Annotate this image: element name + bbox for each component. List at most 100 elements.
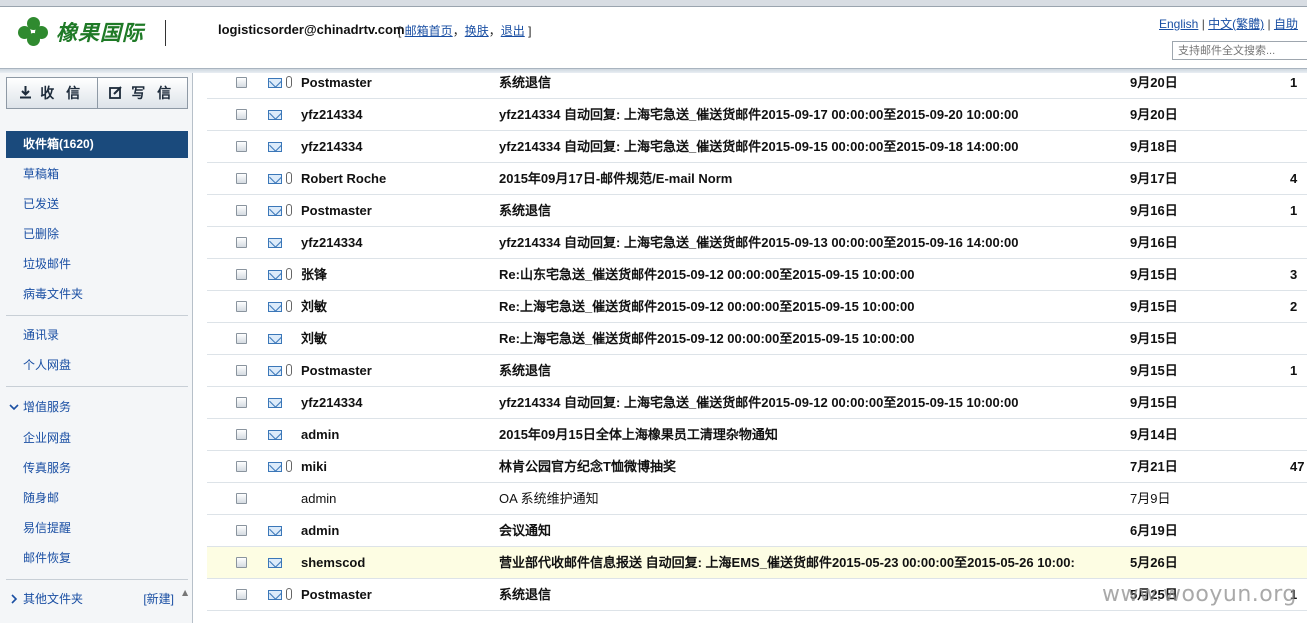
mail-size: 1 <box>1290 363 1298 378</box>
mobile-mail-link[interactable]: 随身邮 <box>6 485 188 512</box>
mail-checkbox[interactable] <box>236 461 247 472</box>
search-input[interactable] <box>1172 41 1307 60</box>
mail-subject[interactable]: Re:上海宅急送_催送货邮件2015-09-12 00:00:00至2015-0… <box>499 291 1127 323</box>
mail-row[interactable]: admin OA 系统维护通知 7月9日 <box>207 483 1307 515</box>
folder-spam[interactable]: 垃圾邮件 <box>6 251 188 278</box>
mail-checkbox[interactable] <box>236 589 247 600</box>
mail-subject[interactable]: 2015年09月17日-邮件规范/E-mail Norm <box>499 163 1127 195</box>
mail-subject[interactable]: 系统退信 <box>499 195 1127 227</box>
header: 橡果国际 logisticsorder@chinadrtv.com [ 邮箱首页… <box>0 8 1307 68</box>
lang-traditional-chinese-link[interactable]: 中文(繁體) <box>1208 17 1264 31</box>
mail-date: 7月9日 <box>1130 491 1171 506</box>
mail-size <box>1290 227 1307 259</box>
mail-checkbox[interactable] <box>236 173 247 184</box>
mail-subject[interactable]: 系统退信 <box>499 579 1127 611</box>
mail-row[interactable]: Robert Roche 2015年09月17日-邮件规范/E-mail Norm… <box>207 163 1307 195</box>
mail-row[interactable]: yfz214334 yfz214334 自动回复: 上海宅急送_催送货邮件2015… <box>207 387 1307 419</box>
folder-inbox[interactable]: 收件箱(1620) <box>6 131 188 158</box>
sidebar-divider <box>6 315 188 316</box>
envelope-icon <box>268 366 282 376</box>
value-added-services-toggle[interactable]: 增值服务 <box>6 394 188 421</box>
mail-checkbox[interactable] <box>236 493 247 504</box>
mailbox-home-link[interactable]: 邮箱首页 <box>405 24 453 38</box>
mail-checkbox[interactable] <box>236 141 247 152</box>
envelope-icon <box>268 462 282 472</box>
mail-size <box>1290 419 1307 451</box>
logo[interactable]: 橡果国际 <box>18 17 144 47</box>
lang-self-service-link[interactable]: 自助 <box>1274 17 1298 31</box>
mail-checkbox[interactable] <box>236 301 247 312</box>
receive-button[interactable]: 收 信 <box>7 78 97 108</box>
language-links: English | 中文(繁體) | 自助 <box>1159 17 1298 31</box>
mail-subject[interactable]: Re:山东宅急送_催送货邮件2015-09-12 00:00:00至2015-0… <box>499 259 1127 291</box>
chevron-down-icon <box>9 394 19 421</box>
mail-sender: yfz214334 <box>301 395 363 410</box>
mail-subject[interactable]: OA 系统维护通知 <box>499 483 1127 515</box>
lang-english-link[interactable]: English <box>1159 17 1198 31</box>
mail-subject[interactable]: 系统退信 <box>499 73 1127 99</box>
mail-subject[interactable]: yfz214334 自动回复: 上海宅急送_催送货邮件2015-09-12 00… <box>499 387 1127 419</box>
folder-virus[interactable]: 病毒文件夹 <box>6 281 188 308</box>
mail-row[interactable]: miki 林肯公园官方纪念T恤微博抽奖 7月21日 47 <box>207 451 1307 483</box>
logo-divider <box>165 20 166 46</box>
mail-subject[interactable]: 会议通知 <box>499 515 1127 547</box>
mail-checkbox[interactable] <box>236 525 247 536</box>
mail-row[interactable]: yfz214334 yfz214334 自动回复: 上海宅急送_催送货邮件2015… <box>207 227 1307 259</box>
compose-button[interactable]: 写 信 <box>96 78 188 108</box>
mail-sender: Postmaster <box>301 587 372 602</box>
mail-subject[interactable]: 林肯公园官方纪念T恤微博抽奖 <box>499 451 1127 483</box>
mail-checkbox[interactable] <box>236 429 247 440</box>
mail-subject[interactable]: 营业部代收邮件信息报送 自动回复: 上海EMS_催送货邮件2015-05-23 … <box>499 547 1127 579</box>
attachment-icon <box>286 364 292 376</box>
chevron-right-icon <box>9 586 19 613</box>
receive-label: 收 信 <box>40 85 85 101</box>
mail-row[interactable]: Postmaster 系统退信 9月16日 1 <box>207 195 1307 227</box>
envelope-icon <box>268 78 282 88</box>
new-folder-link[interactable]: [新建] <box>143 586 174 613</box>
folder-deleted[interactable]: 已删除 <box>6 221 188 248</box>
mail-size <box>1290 483 1307 515</box>
user-links: [ 邮箱首页，换肤，退出 ] <box>398 24 532 38</box>
mail-subject[interactable]: Re:上海宅急送_催送货邮件2015-09-12 00:00:00至2015-0… <box>499 323 1127 355</box>
mail-row[interactable]: yfz214334 yfz214334 自动回复: 上海宅急送_催送货邮件2015… <box>207 99 1307 131</box>
mail-row[interactable]: admin 会议通知 6月19日 <box>207 515 1307 547</box>
mail-row[interactable]: 张锋 Re:山东宅急送_催送货邮件2015-09-12 00:00:00至2015… <box>207 259 1307 291</box>
mail-sender: Postmaster <box>301 363 372 378</box>
mail-checkbox[interactable] <box>236 77 247 88</box>
mail-row[interactable]: Postmaster 系统退信 9月15日 1 <box>207 355 1307 387</box>
mail-row[interactable]: Postmaster 系统退信 9月20日 1 <box>207 73 1307 99</box>
mail-checkbox[interactable] <box>236 557 247 568</box>
enterprise-disk-link[interactable]: 企业网盘 <box>6 425 188 452</box>
mail-row[interactable]: admin 2015年09月15日全体上海橡果员工清理杂物通知 9月14日 <box>207 419 1307 451</box>
mail-recovery-link[interactable]: 邮件恢复 <box>6 545 188 572</box>
logout-link[interactable]: 退出 <box>501 24 525 38</box>
fax-service-link[interactable]: 传真服务 <box>6 455 188 482</box>
attachment-icon <box>286 268 292 280</box>
mail-checkbox[interactable] <box>236 205 247 216</box>
mail-checkbox[interactable] <box>236 333 247 344</box>
folder-sent[interactable]: 已发送 <box>6 191 188 218</box>
edit-icon <box>109 85 123 102</box>
mail-checkbox[interactable] <box>236 365 247 376</box>
other-folders-toggle[interactable]: 其他文件夹 [新建] <box>6 586 188 613</box>
mail-row[interactable]: yfz214334 yfz214334 自动回复: 上海宅急送_催送货邮件2015… <box>207 131 1307 163</box>
mail-subject[interactable]: yfz214334 自动回复: 上海宅急送_催送货邮件2015-09-17 00… <box>499 99 1127 131</box>
change-skin-link[interactable]: 换肤 <box>465 24 489 38</box>
mail-row[interactable]: shemscod 营业部代收邮件信息报送 自动回复: 上海EMS_催送货邮件201… <box>207 547 1307 579</box>
mail-row[interactable]: 刘敏 Re:上海宅急送_催送货邮件2015-09-12 00:00:00至2015… <box>207 323 1307 355</box>
mail-subject[interactable]: yfz214334 自动回复: 上海宅急送_催送货邮件2015-09-13 00… <box>499 227 1127 259</box>
mail-checkbox[interactable] <box>236 109 247 120</box>
folder-drafts[interactable]: 草稿箱 <box>6 161 188 188</box>
scroll-up-arrow-icon[interactable]: ▲ <box>182 588 188 597</box>
mail-checkbox[interactable] <box>236 397 247 408</box>
yixin-reminder-link[interactable]: 易信提醒 <box>6 515 188 542</box>
mail-row[interactable]: 刘敏 Re:上海宅急送_催送货邮件2015-09-12 00:00:00至2015… <box>207 291 1307 323</box>
mail-checkbox[interactable] <box>236 269 247 280</box>
contacts-link[interactable]: 通讯录 <box>6 322 188 349</box>
mail-checkbox[interactable] <box>236 237 247 248</box>
mail-subject[interactable]: yfz214334 自动回复: 上海宅急送_催送货邮件2015-09-15 00… <box>499 131 1127 163</box>
mail-subject[interactable]: 系统退信 <box>499 355 1127 387</box>
mail-date: 9月15日 <box>1130 363 1178 378</box>
mail-subject[interactable]: 2015年09月15日全体上海橡果员工清理杂物通知 <box>499 419 1127 451</box>
personal-disk-link[interactable]: 个人网盘 <box>6 352 188 379</box>
